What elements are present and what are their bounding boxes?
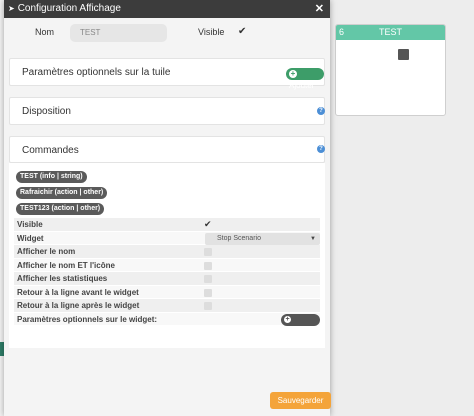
retour-apres-checkbox[interactable]	[204, 302, 212, 310]
add-param-button[interactable]: + Ajouter	[286, 68, 324, 90]
config-row-widget: Widget Stop Scenario ▼	[14, 231, 320, 245]
command-badge[interactable]: TEST (info | string)	[16, 171, 87, 183]
tile-number: 6	[339, 27, 345, 37]
visible-label: Visible	[198, 27, 225, 37]
panel-params-tile: Paramètres optionnels sur la tuile + Ajou…	[9, 58, 325, 90]
config-row-afficher-nom-icone: Afficher le nom ET l'icône	[14, 258, 320, 272]
visible-checkbox[interactable]: ✔	[204, 218, 212, 232]
command-config-table: Visible ✔ Widget Stop Scenario ▼ Affiche…	[14, 218, 320, 335]
panel-disposition-title[interactable]: Disposition	[22, 106, 71, 117]
plus-icon: +	[284, 315, 291, 323]
command-badge[interactable]: TEST123 (action | other)	[16, 203, 105, 215]
afficher-nom-icone-checkbox[interactable]	[204, 261, 212, 270]
afficher-nom-checkbox[interactable]	[204, 248, 212, 256]
config-row-afficher-nom: Afficher le nom	[14, 245, 320, 259]
commandes-body: TEST (info | string) Rafraichir (action …	[9, 163, 325, 348]
config-label: Afficher les statistiques	[17, 274, 108, 283]
visible-checkbox[interactable]: ✔	[238, 26, 246, 37]
retour-avant-checkbox[interactable]	[204, 288, 212, 297]
nom-label: Nom	[35, 27, 55, 37]
add-widget-param-button[interactable]: + Ajouter	[281, 313, 320, 335]
panel-commandes-title[interactable]: Commandes	[22, 145, 79, 156]
close-icon[interactable]: ✕	[315, 0, 324, 18]
help-icon[interactable]: ?	[317, 145, 325, 153]
config-label: Afficher le nom ET l'icône	[17, 260, 115, 270]
tile-header: 6 TEST	[336, 25, 445, 40]
config-label: Retour à la ligne après le widget	[17, 301, 140, 310]
config-label: Retour à la ligne avant le widget	[17, 287, 139, 297]
config-row-retour-apres: Retour à la ligne après le widget	[14, 299, 320, 313]
configuration-modal: ➤ Configuration Affichage ✕ Nom TEST Visi…	[4, 0, 331, 416]
modal-title: Configuration Affichage	[17, 3, 121, 14]
panel-params-title[interactable]: Paramètres optionnels sur la tuile	[22, 67, 170, 78]
widget-select[interactable]: Stop Scenario ▼	[205, 232, 320, 245]
tile-title: TEST	[378, 27, 402, 37]
config-row-retour-avant: Retour à la ligne avant le widget	[14, 285, 320, 299]
config-row-afficher-stats: Afficher les statistiques	[14, 272, 320, 286]
add-widget-param-label: Ajouter	[284, 327, 309, 335]
config-row-visible: Visible ✔	[14, 218, 320, 232]
nom-input[interactable]: TEST	[70, 24, 167, 42]
save-button[interactable]: Sauvegarder	[270, 392, 331, 409]
panel-disposition: Disposition ?	[9, 97, 325, 125]
afficher-stats-checkbox[interactable]	[204, 275, 212, 283]
modal-title-bar: ➤ Configuration Affichage ✕	[4, 0, 330, 18]
plus-icon: +	[289, 69, 297, 78]
panel-commandes: Commandes ?	[9, 136, 325, 163]
config-label: Widget	[17, 233, 44, 243]
chevron-down-icon: ▼	[310, 235, 316, 242]
widget-select-value: Stop Scenario	[217, 234, 261, 242]
stop-icon[interactable]	[398, 49, 409, 60]
help-icon[interactable]: ?	[317, 107, 325, 115]
config-row-params-widget: Paramètres optionnels sur le widget: + Aj…	[14, 312, 320, 335]
expand-icon: ➤	[8, 4, 15, 13]
dashboard-tile[interactable]: 6 TEST	[335, 24, 446, 116]
config-label: Visible	[17, 220, 43, 229]
command-badge[interactable]: Rafraichir (action | other)	[16, 187, 108, 199]
add-param-label: Ajouter	[289, 81, 315, 90]
name-row: Nom TEST Visible ✔	[4, 24, 330, 47]
config-label: Paramètres optionnels sur le widget:	[17, 314, 158, 324]
config-label: Afficher le nom	[17, 247, 76, 256]
